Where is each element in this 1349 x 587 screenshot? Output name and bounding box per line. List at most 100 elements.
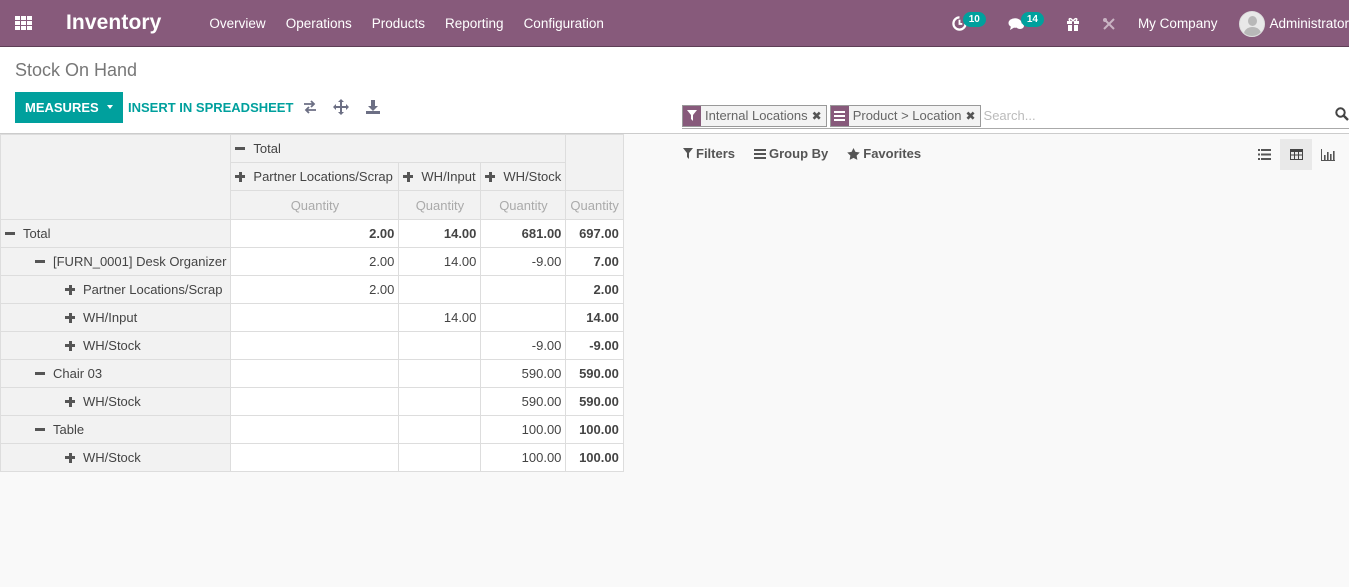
table-row: Total 2.00 14.00 681.00 697.00 [0,219,624,248]
cell-value[interactable] [398,275,482,304]
row-total[interactable]: -9.00 [565,331,624,360]
menu-overview[interactable]: Overview [209,16,265,31]
pivot-corner [0,134,232,220]
expand-icon [235,171,246,182]
apps-menu-icon[interactable] [0,16,46,30]
row-total[interactable]: 697.00 [565,219,624,248]
cell-value[interactable]: 14.00 [398,219,482,248]
debug-tools-button[interactable] [1102,17,1116,31]
cell-value[interactable]: 590.00 [480,359,567,388]
search-facet-filter: Internal Locations ✖ [682,104,827,127]
row-total[interactable]: 7.00 [565,247,624,276]
cell-value[interactable]: -9.00 [480,331,567,360]
cell-value[interactable] [230,387,400,416]
row-header[interactable]: WH/Stock [0,387,232,416]
measure-header[interactable]: Quantity [565,190,624,220]
row-header[interactable]: Chair 03 [0,359,232,388]
messages-count-badge: 14 [1020,12,1044,27]
cell-value[interactable]: 590.00 [480,387,567,416]
measures-button[interactable]: MEASURES [15,92,123,123]
row-total[interactable]: 2.00 [565,275,624,304]
user-name: Administrator [1269,16,1349,31]
list-view-button[interactable] [1248,139,1280,170]
cell-value[interactable] [230,331,400,360]
pivot-table: Total Partner Locations/Scrap WH/Input W… [0,134,624,472]
cell-value[interactable]: 14.00 [398,303,482,332]
cell-value[interactable] [398,331,482,360]
col-header[interactable]: Partner Locations/Scrap [230,162,400,191]
row-total[interactable]: 100.00 [565,443,624,472]
cell-value[interactable]: 2.00 [230,219,400,248]
control-panel: Stock On Hand MEASURES INSERT IN SPREADS… [0,47,1349,170]
measure-header[interactable]: Quantity [398,190,482,220]
cell-value[interactable] [230,303,400,332]
app-name[interactable]: Inventory [66,11,161,35]
list-icon [1257,149,1271,160]
row-header[interactable]: Partner Locations/Scrap [0,275,232,304]
row-total[interactable]: 590.00 [565,387,624,416]
measure-header[interactable]: Quantity [480,190,567,220]
measure-header[interactable]: Quantity [230,190,400,220]
cell-value[interactable]: 681.00 [480,219,567,248]
cell-value[interactable] [398,443,482,472]
expand-all-icon[interactable] [333,99,349,115]
cell-value[interactable] [480,275,567,304]
cell-value[interactable] [398,387,482,416]
groupby-dropdown[interactable]: Group By [754,146,828,161]
row-label: WH/Stock [83,450,141,465]
search-input[interactable] [983,108,1349,123]
cell-value[interactable]: 100.00 [480,443,567,472]
menu-products[interactable]: Products [372,16,425,31]
cell-value[interactable] [230,359,400,388]
remove-facet-icon[interactable]: ✖ [812,106,826,126]
row-header[interactable]: WH/Stock [0,443,232,472]
menu-configuration[interactable]: Configuration [524,16,604,31]
caret-down-icon [106,104,113,109]
cell-value[interactable]: 2.00 [230,247,400,276]
total-col-spacer [565,134,624,191]
pivot-view-button[interactable] [1280,139,1312,170]
row-header[interactable]: WH/Stock [0,331,232,360]
insert-spreadsheet-button[interactable]: INSERT IN SPREADSHEET [128,100,293,115]
table-row: WH/Stock -9.00 -9.00 [0,331,624,360]
row-header[interactable]: [FURN_0001] Desk Organizer [0,247,232,276]
flip-axis-icon[interactable] [302,99,318,115]
cell-value[interactable] [398,359,482,388]
row-total[interactable]: 590.00 [565,359,624,388]
company-switcher[interactable]: My Company [1138,16,1218,31]
col-header-total[interactable]: Total [230,134,567,163]
row-header[interactable]: WH/Input [0,303,232,332]
menu-reporting[interactable]: Reporting [445,16,504,31]
menu-operations[interactable]: Operations [286,16,352,31]
expand-icon [65,396,75,407]
activity-button[interactable]: 10 [952,12,986,31]
graph-view-button[interactable] [1312,139,1344,170]
col-header[interactable]: WH/Stock [480,162,567,191]
cell-value[interactable]: 14.00 [398,247,482,276]
user-menu[interactable]: Administrator [1239,10,1349,37]
filters-label: Filters [696,146,736,161]
favorites-dropdown[interactable]: Favorites [847,146,921,161]
cell-value[interactable] [230,443,400,472]
download-icon[interactable] [365,99,381,115]
view-switcher [1248,139,1344,170]
row-header[interactable]: Table [0,415,232,444]
messages-button[interactable]: 14 [1008,12,1044,31]
groupby-label: Group By [769,146,829,161]
row-total[interactable]: 14.00 [565,303,624,332]
search-icon[interactable] [1335,107,1349,121]
cell-value[interactable] [230,415,400,444]
cell-value[interactable]: 2.00 [230,275,400,304]
cell-value[interactable]: -9.00 [480,247,567,276]
cell-value[interactable]: 100.00 [480,415,567,444]
remove-facet-icon[interactable]: ✖ [965,106,979,126]
row-total[interactable]: 100.00 [565,415,624,444]
gift-button[interactable] [1066,17,1080,31]
star-icon [847,147,861,160]
collapse-icon [35,260,45,264]
cell-value[interactable] [480,303,567,332]
filters-dropdown[interactable]: Filters [683,146,735,161]
row-header[interactable]: Total [0,219,232,248]
cell-value[interactable] [398,415,482,444]
col-header[interactable]: WH/Input [398,162,482,191]
